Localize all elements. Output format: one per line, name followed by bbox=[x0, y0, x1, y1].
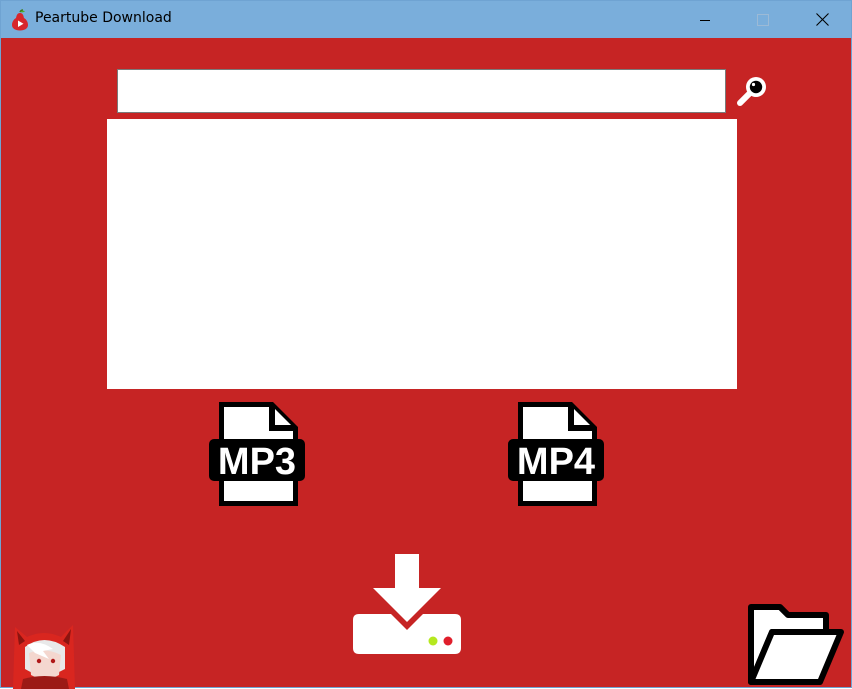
download-icon[interactable] bbox=[351, 552, 463, 656]
mp3-label: MP3 bbox=[218, 441, 296, 483]
window-title: Peartube Download bbox=[35, 10, 172, 26]
minimize-icon bbox=[700, 19, 710, 21]
search-icon[interactable] bbox=[735, 73, 771, 109]
avatar bbox=[13, 625, 75, 689]
title-bar[interactable]: Peartube Download bbox=[1, 1, 851, 38]
mp4-file-button[interactable]: MP4 bbox=[507, 399, 605, 511]
app-window: Peartube Download MP3 MP4 bbox=[0, 0, 852, 689]
close-icon bbox=[815, 13, 829, 26]
mp3-file-button[interactable]: MP3 bbox=[208, 399, 306, 511]
pear-app-icon bbox=[12, 9, 28, 31]
maximize-icon bbox=[757, 13, 769, 26]
folder-open-icon[interactable] bbox=[746, 602, 846, 686]
search-input[interactable] bbox=[117, 69, 726, 113]
maximize-button[interactable] bbox=[734, 1, 792, 38]
close-button[interactable] bbox=[793, 1, 851, 38]
minimize-button[interactable] bbox=[676, 1, 734, 38]
mp4-label: MP4 bbox=[517, 441, 595, 483]
results-list[interactable] bbox=[107, 119, 737, 389]
